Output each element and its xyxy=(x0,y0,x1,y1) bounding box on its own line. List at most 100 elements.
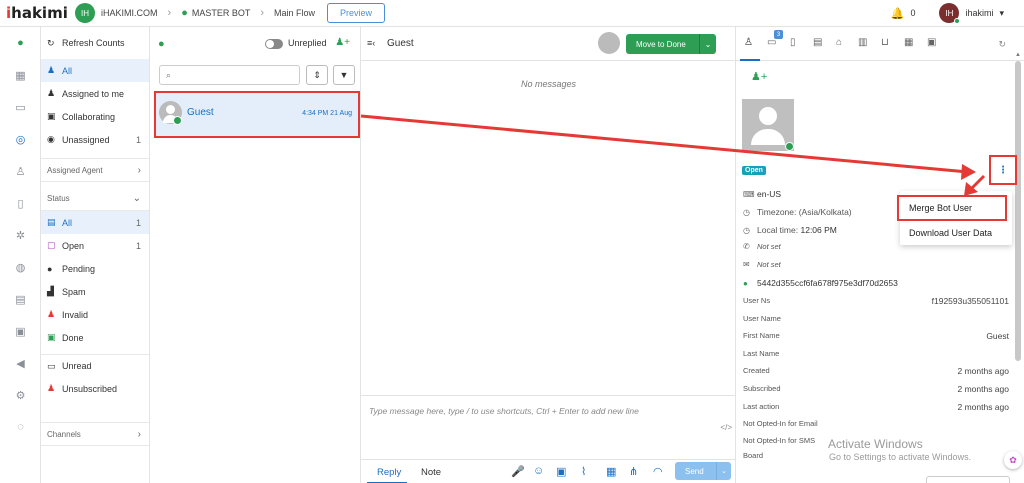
filter-all[interactable]: ♟ All xyxy=(41,59,149,82)
status-pending[interactable]: ● Pending xyxy=(41,257,149,280)
phone-icon: ✆ xyxy=(743,242,750,251)
emoji-icon[interactable]: ☺ xyxy=(533,465,544,477)
dashboard-icon[interactable]: ▦ xyxy=(0,59,41,91)
send-button[interactable]: Send ⌄ xyxy=(675,462,731,480)
filter-unread[interactable]: ▭ Unread xyxy=(41,354,149,377)
support-icon[interactable]: ◎ xyxy=(0,123,41,155)
tab-notes-icon[interactable]: ▯ xyxy=(790,37,796,48)
flow-tree-icon[interactable]: ⋔ xyxy=(629,465,638,478)
phone-row: ✆ Not set xyxy=(743,242,781,251)
top-bar: ihakimi IH iHAKIMI.COM › ● MASTER BOT › … xyxy=(0,0,1024,27)
globe-icon[interactable]: ◍ xyxy=(0,251,41,283)
archive-icon[interactable]: ▣ xyxy=(0,315,41,347)
refresh-icon[interactable]: ↻ xyxy=(998,39,1006,50)
contacts-icon[interactable]: ♙ xyxy=(0,155,41,187)
chevron-down-icon[interactable]: ⌄ xyxy=(699,34,716,54)
merge-bot-user-menu-item[interactable]: Merge Bot User xyxy=(897,195,1007,221)
chevron-right-icon: › xyxy=(137,428,141,440)
user-icon: ♟ xyxy=(47,88,56,98)
local-time-row: ◷ Local time: 12:06 PM xyxy=(743,225,837,235)
status-badge: Open xyxy=(742,166,766,175)
scrollbar[interactable] xyxy=(1015,61,1021,361)
more-options-button[interactable]: ⋮ xyxy=(989,155,1017,185)
headset-icon[interactable]: ◠ xyxy=(653,465,663,478)
channels-section[interactable]: Channels › xyxy=(41,422,149,446)
unreplied-toggle[interactable] xyxy=(265,39,283,49)
flow-name[interactable]: Main Flow xyxy=(274,8,315,18)
bot-name[interactable]: MASTER BOT xyxy=(192,8,251,18)
details-tabs: ♙ ▭ 3 ▯ ▤ ⌂ ▥ ⊔ ▦ ▣ ↻ xyxy=(736,27,1024,61)
collapse-icon[interactable]: ≡‹ xyxy=(367,38,375,48)
status-open[interactable]: ▢ Open 1 xyxy=(41,234,149,257)
megaphone-icon[interactable]: ◀ xyxy=(0,347,41,379)
attachment-icon[interactable]: ⌇ xyxy=(581,465,586,478)
tab-documents-icon[interactable]: ▥ xyxy=(858,37,867,48)
calendar-icon[interactable]: ▦ xyxy=(606,465,616,478)
logo[interactable]: ihakimi xyxy=(0,4,75,22)
status-all[interactable]: ▤ All 1 xyxy=(41,211,149,234)
field-last-name: Last Name xyxy=(743,349,780,358)
tab-orders-icon[interactable]: ▦ xyxy=(904,37,913,48)
filter-collaborating[interactable]: ▣ Collaborating xyxy=(41,105,149,128)
assigned-agent-section[interactable]: Assigned Agent › xyxy=(41,158,149,182)
clock-icon: ◷ xyxy=(743,225,750,235)
conversation-item[interactable]: Guest 4:34 PM 21 Aug xyxy=(154,91,360,138)
filter-assigned-to-me[interactable]: ♟ Assigned to me xyxy=(41,82,149,105)
status-section[interactable]: Status ⌄ xyxy=(41,187,149,211)
chevron-down-icon[interactable]: ⌄ xyxy=(716,462,731,480)
filter-unassigned[interactable]: ◉ Unassigned 1 xyxy=(41,128,149,151)
user-id-row: ● 5442d355ccf6fa678f975e3df70d2653 xyxy=(743,278,898,288)
workspace-avatar[interactable]: IH xyxy=(75,3,95,23)
invalid-user-icon: ♟ xyxy=(47,309,56,319)
assistant-fab[interactable]: ✿ xyxy=(1004,451,1022,469)
tab-user-icon[interactable]: ♙ xyxy=(744,37,753,48)
book-icon[interactable]: ▯ xyxy=(0,187,41,219)
status-spam[interactable]: ▟ Spam xyxy=(41,280,149,303)
search-input[interactable]: ⌕ xyxy=(159,65,300,85)
filter-unsubscribed[interactable]: ♟ Unsubscribed xyxy=(41,377,149,400)
image-icon[interactable]: ▣ xyxy=(556,465,566,478)
chevron-down-icon[interactable]: ▾ xyxy=(999,8,1004,19)
refresh-icon: ↻ xyxy=(47,37,55,48)
conversation-name: Guest xyxy=(187,107,214,118)
tab-reply[interactable]: Reply xyxy=(377,467,401,478)
composer-placeholder: Type message here, type / to use shortcu… xyxy=(369,406,639,416)
status-done[interactable]: ▣ Done xyxy=(41,326,149,349)
move-to-done-button[interactable]: Move to Done ⌄ xyxy=(626,34,716,54)
automation-icon[interactable]: ✲ xyxy=(0,219,41,251)
field-user-name: User Name xyxy=(743,314,781,323)
preview-button[interactable]: Preview xyxy=(327,3,386,23)
unread-icon: ▭ xyxy=(47,360,56,371)
chat-title: Guest xyxy=(387,38,414,49)
chat-icon[interactable]: ● xyxy=(0,27,41,59)
scroll-up-icon[interactable]: ▲ xyxy=(1015,52,1021,58)
settings-icon[interactable]: ⚙ xyxy=(0,379,41,411)
conversation-time: 4:34 PM 21 Aug xyxy=(302,110,352,117)
assign-user-icon[interactable]: ♟+ xyxy=(751,70,767,83)
tab-table-icon[interactable]: ▣ xyxy=(927,37,936,48)
refresh-counts-button[interactable]: ↻ Refresh Counts xyxy=(41,27,149,59)
broadcast-icon[interactable]: ▭ xyxy=(0,91,41,123)
user-avatar[interactable]: IH xyxy=(939,3,961,24)
workspace-name[interactable]: iHAKIMI.COM xyxy=(101,8,158,18)
calendar-icon[interactable]: ▤ xyxy=(0,283,41,315)
clock-icon: ◷ xyxy=(743,207,750,217)
status-invalid[interactable]: ♟ Invalid xyxy=(41,303,149,326)
sort-button[interactable]: ⇕ xyxy=(306,65,328,85)
tab-clipboard-icon[interactable]: ▤ xyxy=(813,37,822,48)
sparkle-icon: ✿ xyxy=(1009,454,1017,465)
filter-button[interactable]: ▼ xyxy=(333,65,355,85)
microphone-icon[interactable]: 🎤 xyxy=(511,465,525,478)
download-user-data-menu-item[interactable]: Download User Data xyxy=(909,228,992,238)
help-icon[interactable]: ◌ xyxy=(0,411,41,443)
tab-note[interactable]: Note xyxy=(421,467,441,478)
bell-icon[interactable]: 🔔 xyxy=(891,7,905,20)
kebab-icon: ⋮ xyxy=(998,164,1008,176)
tab-cart-icon[interactable]: ⊔ xyxy=(881,37,889,48)
code-icon[interactable]: </> xyxy=(720,423,732,432)
tab-bookmark-icon[interactable]: ⌂ xyxy=(836,37,842,48)
user-name[interactable]: ihakimi xyxy=(965,8,993,18)
more-options-menu: Merge Bot User Download User Data xyxy=(897,191,1012,245)
add-user-icon[interactable]: ♟+ xyxy=(335,37,350,48)
message-composer[interactable]: Type message here, type / to use shortcu… xyxy=(361,395,736,459)
